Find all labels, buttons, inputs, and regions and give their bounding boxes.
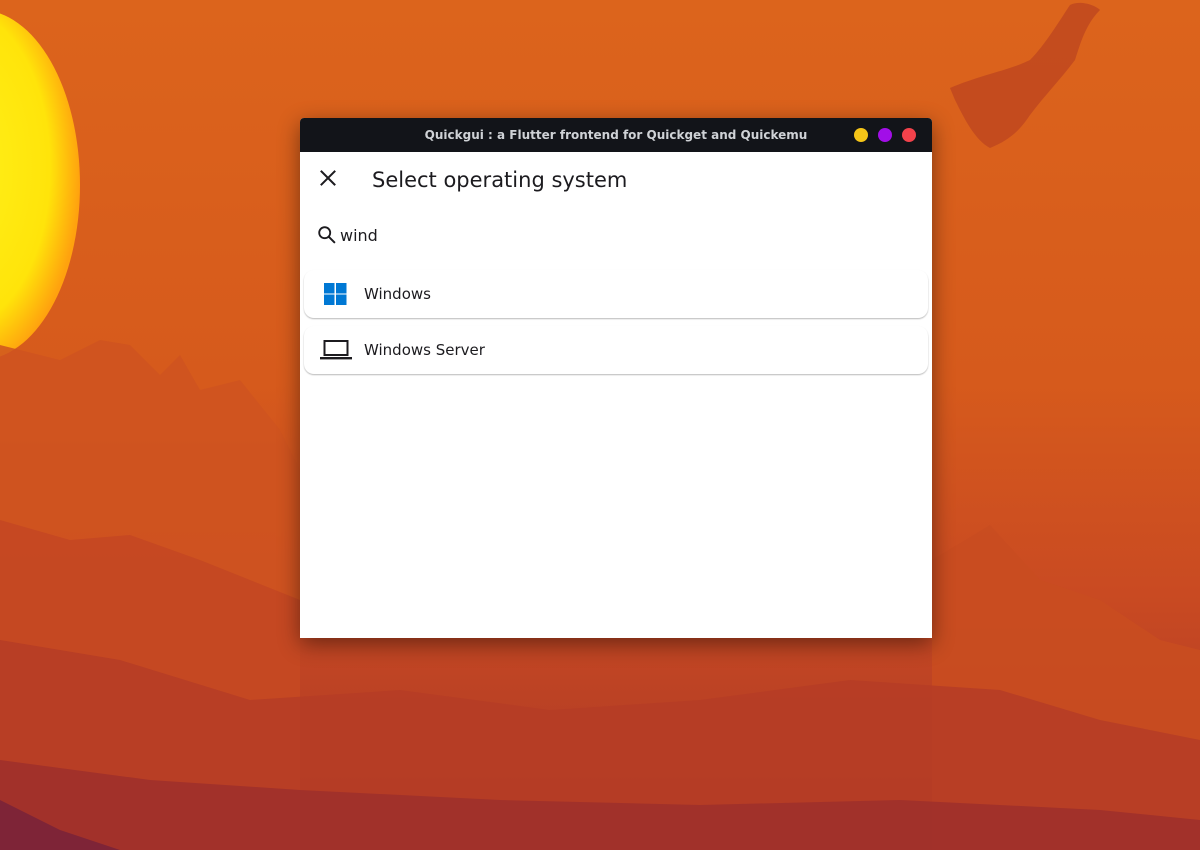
- close-icon: [320, 170, 336, 186]
- app-bar: Select operating system: [300, 152, 932, 208]
- close-window-button[interactable]: [902, 128, 916, 142]
- close-page-button[interactable]: [312, 162, 344, 194]
- main-content: Select operating system Windows Wi: [300, 152, 932, 638]
- app-window: Quickgui : a Flutter frontend for Quickg…: [300, 118, 932, 638]
- os-item-label: Windows: [364, 285, 431, 303]
- search-input[interactable]: [338, 220, 902, 250]
- maximize-button[interactable]: [878, 128, 892, 142]
- search-bar: [316, 218, 916, 254]
- page-title: Select operating system: [372, 168, 628, 192]
- eagle-silhouette: [950, 2, 1100, 149]
- sun-shape: [0, 13, 80, 357]
- laptop-icon: [320, 340, 352, 360]
- title-bar[interactable]: Quickgui : a Flutter frontend for Quickg…: [300, 118, 932, 152]
- window-title: Quickgui : a Flutter frontend for Quickg…: [424, 128, 808, 142]
- search-icon: [318, 226, 336, 244]
- os-item-label: Windows Server: [364, 341, 485, 359]
- os-item-windows-server[interactable]: Windows Server: [304, 326, 928, 374]
- minimize-button[interactable]: [854, 128, 868, 142]
- os-item-windows[interactable]: Windows: [304, 270, 928, 318]
- windows-logo-icon: [324, 283, 347, 305]
